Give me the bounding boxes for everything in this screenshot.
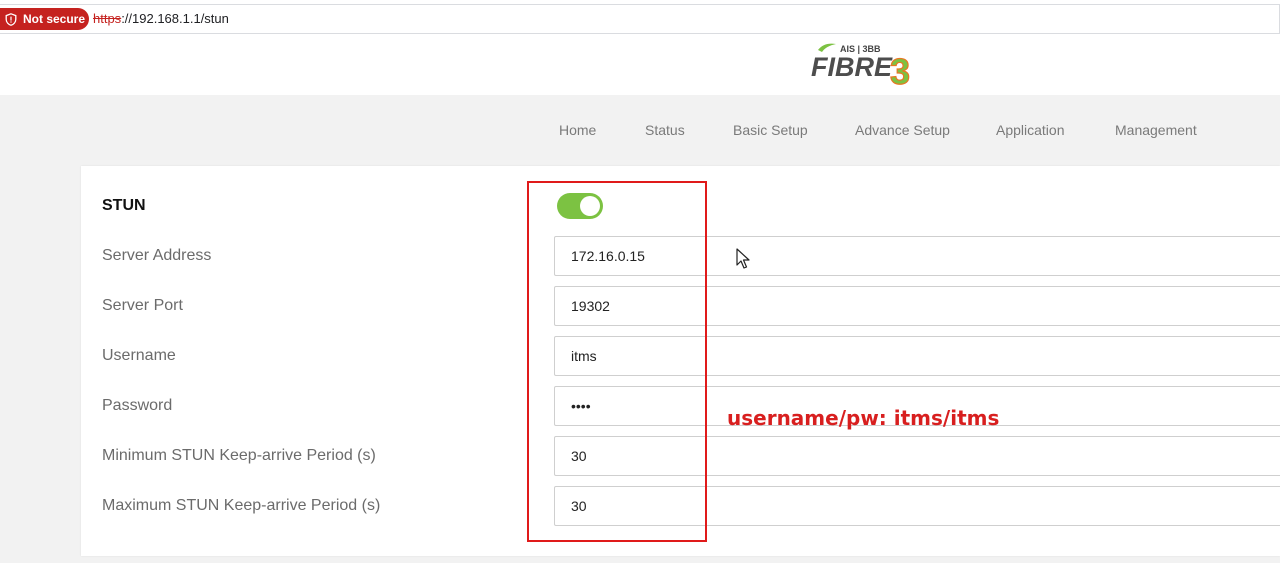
nav-basic-setup[interactable]: Basic Setup xyxy=(733,122,808,138)
max-keepalive-input[interactable] xyxy=(554,486,1280,526)
toggle-knob xyxy=(580,196,600,216)
username-input[interactable] xyxy=(554,336,1280,376)
password-label: Password xyxy=(102,397,173,414)
brand-logo: AIS | 3BB FIBRE 3 xyxy=(811,43,911,88)
browser-address-bar: Not secure https://192.168.1.1/stun xyxy=(0,0,1280,38)
server-port-label: Server Port xyxy=(102,297,183,314)
logo-brand-text: FIBRE xyxy=(811,52,893,82)
security-label: Not secure xyxy=(23,12,86,26)
max-keepalive-label: Maximum STUN Keep-arrive Period (s) xyxy=(102,497,381,514)
nav-management[interactable]: Management xyxy=(1115,122,1197,138)
annotation-text: username/pw: itms/itms xyxy=(727,406,1000,430)
min-keepalive-input[interactable] xyxy=(554,436,1280,476)
nav-application[interactable]: Application xyxy=(996,122,1065,138)
server-address-label: Server Address xyxy=(102,247,212,264)
main-nav: Home Status Basic Setup Advance Setup Ap… xyxy=(0,95,1280,165)
server-port-input[interactable] xyxy=(554,286,1280,326)
nav-status[interactable]: Status xyxy=(645,122,685,138)
url-scheme: https xyxy=(93,11,122,26)
server-address-input[interactable] xyxy=(554,236,1280,276)
stun-toggle[interactable] xyxy=(557,193,603,219)
security-indicator[interactable]: Not secure xyxy=(0,8,89,30)
url-text[interactable]: https://192.168.1.1/stun xyxy=(93,11,229,26)
mouse-cursor-icon xyxy=(736,248,750,269)
username-label: Username xyxy=(102,347,176,364)
nav-home[interactable]: Home xyxy=(559,122,596,138)
min-keepalive-label: Minimum STUN Keep-arrive Period (s) xyxy=(102,447,376,464)
nav-advance-setup[interactable]: Advance Setup xyxy=(855,122,950,138)
shield-warning-icon xyxy=(5,12,17,26)
url-path: ://192.168.1.1/stun xyxy=(121,11,229,26)
logo-brand-numeral: 3 xyxy=(890,51,910,88)
stun-label: STUN xyxy=(102,197,146,214)
page-header xyxy=(0,38,1280,95)
